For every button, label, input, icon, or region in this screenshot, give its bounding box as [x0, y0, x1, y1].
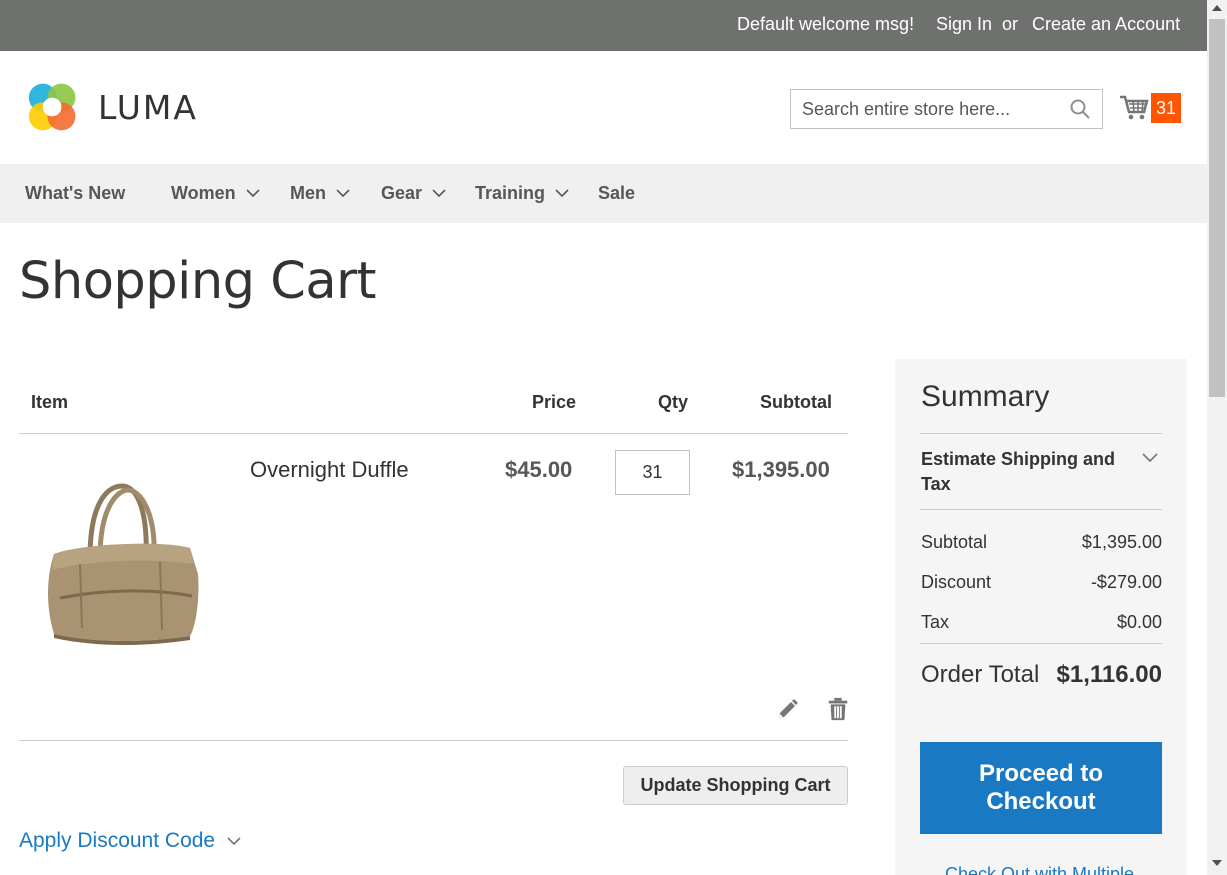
- table-footer-divider: [19, 740, 848, 741]
- luma-logo-icon[interactable]: [26, 79, 82, 135]
- product-name-link[interactable]: Overnight Duffle: [250, 457, 409, 483]
- nav-item-label: What's New: [25, 183, 126, 203]
- nav-item-sale[interactable]: Sale: [598, 183, 635, 204]
- scroll-up-arrow-icon[interactable]: [1212, 5, 1222, 11]
- nav-item-training[interactable]: Training: [475, 183, 569, 204]
- logo-text[interactable]: LUMA: [98, 88, 198, 127]
- edit-pencil-icon[interactable]: [776, 698, 798, 722]
- create-account-link[interactable]: Create an Account: [1032, 14, 1180, 35]
- chevron-down-icon: [555, 189, 569, 197]
- summary-divider: [920, 643, 1162, 644]
- chevron-down-icon[interactable]: [1142, 453, 1158, 462]
- column-header-item: Item: [31, 392, 69, 412]
- summary-row-value: -$279.00: [1090, 572, 1162, 592]
- minicart[interactable]: 31: [1119, 92, 1183, 124]
- chevron-down-icon: [432, 189, 446, 197]
- multiple-addresses-link[interactable]: Check Out with Multiple: [945, 864, 1134, 875]
- nav-item-label: Women: [171, 183, 236, 203]
- summary-row-label: Subtotal: [921, 532, 988, 552]
- column-header-subtotal: Subtotal: [760, 392, 832, 412]
- chevron-down-icon: [336, 189, 350, 197]
- scroll-down-arrow-icon[interactable]: [1212, 860, 1222, 866]
- main-navigation: What's New Women Men Gear Training Sale: [0, 164, 1207, 223]
- nav-item-label: Men: [290, 183, 326, 203]
- order-total-row: Order Total $1,116.00: [921, 661, 1162, 689]
- nav-item-gear[interactable]: Gear: [381, 183, 446, 204]
- top-panel: Default welcome msg! Sign In or Create a…: [0, 0, 1207, 51]
- page-title: Shopping Cart: [19, 252, 377, 311]
- column-header-price: Price: [532, 392, 577, 412]
- cart-count-badge: 31: [1151, 93, 1181, 123]
- qty-input[interactable]: [615, 450, 690, 495]
- scrollbar-thumb[interactable]: [1209, 19, 1225, 397]
- apply-discount-label: Apply Discount Code: [19, 829, 216, 852]
- shopping-cart-icon: [1120, 95, 1149, 120]
- or-separator: or: [1002, 14, 1019, 34]
- nav-item-whats-new[interactable]: What's New: [25, 183, 125, 204]
- nav-item-women[interactable]: Women: [171, 183, 260, 204]
- summary-row-subtotal: Subtotal $1,395.00: [921, 532, 1162, 553]
- chevron-down-icon: [246, 189, 260, 197]
- nav-item-men[interactable]: Men: [290, 183, 350, 204]
- product-image[interactable]: [40, 478, 205, 648]
- search-icon[interactable]: [1070, 99, 1090, 119]
- chevron-down-icon: [227, 837, 241, 845]
- search-box: [790, 89, 1103, 129]
- summary-divider: [920, 433, 1162, 434]
- item-price: $45.00: [505, 457, 573, 482]
- table-header-divider: [19, 433, 848, 434]
- nav-item-label: Gear: [381, 183, 423, 203]
- proceed-to-checkout-button[interactable]: Proceed to Checkout: [920, 742, 1162, 834]
- search-input[interactable]: [791, 90, 1071, 128]
- welcome-message: Default welcome msg!: [737, 14, 915, 34]
- nav-item-label: Sale: [598, 183, 636, 203]
- nav-item-label: Training: [475, 183, 546, 203]
- apply-discount-toggle[interactable]: Apply Discount Code: [19, 829, 241, 853]
- update-cart-button[interactable]: Update Shopping Cart: [623, 766, 848, 805]
- estimate-shipping-toggle[interactable]: Estimate Shipping and Tax: [921, 447, 1121, 497]
- order-total-value: $1,116.00: [1056, 661, 1162, 688]
- summary-row-value: $1,395.00: [1081, 532, 1162, 552]
- item-subtotal: $1,395.00: [732, 457, 830, 482]
- sign-in-link[interactable]: Sign In: [936, 14, 992, 35]
- summary-row-tax: Tax $0.00: [921, 612, 1162, 633]
- summary-row-discount: Discount -$279.00: [921, 572, 1162, 593]
- summary-title: Summary: [921, 380, 1050, 413]
- summary-row-value: $0.00: [1116, 612, 1162, 632]
- summary-divider: [920, 509, 1162, 510]
- column-header-qty: Qty: [658, 392, 689, 412]
- order-total-label: Order Total: [921, 661, 1040, 688]
- trash-icon[interactable]: [827, 697, 849, 721]
- cart-summary: Summary Estimate Shipping and Tax Subtot…: [895, 359, 1187, 875]
- vertical-scrollbar[interactable]: [1207, 0, 1227, 875]
- summary-row-label: Discount: [921, 572, 992, 592]
- summary-row-label: Tax: [921, 612, 950, 632]
